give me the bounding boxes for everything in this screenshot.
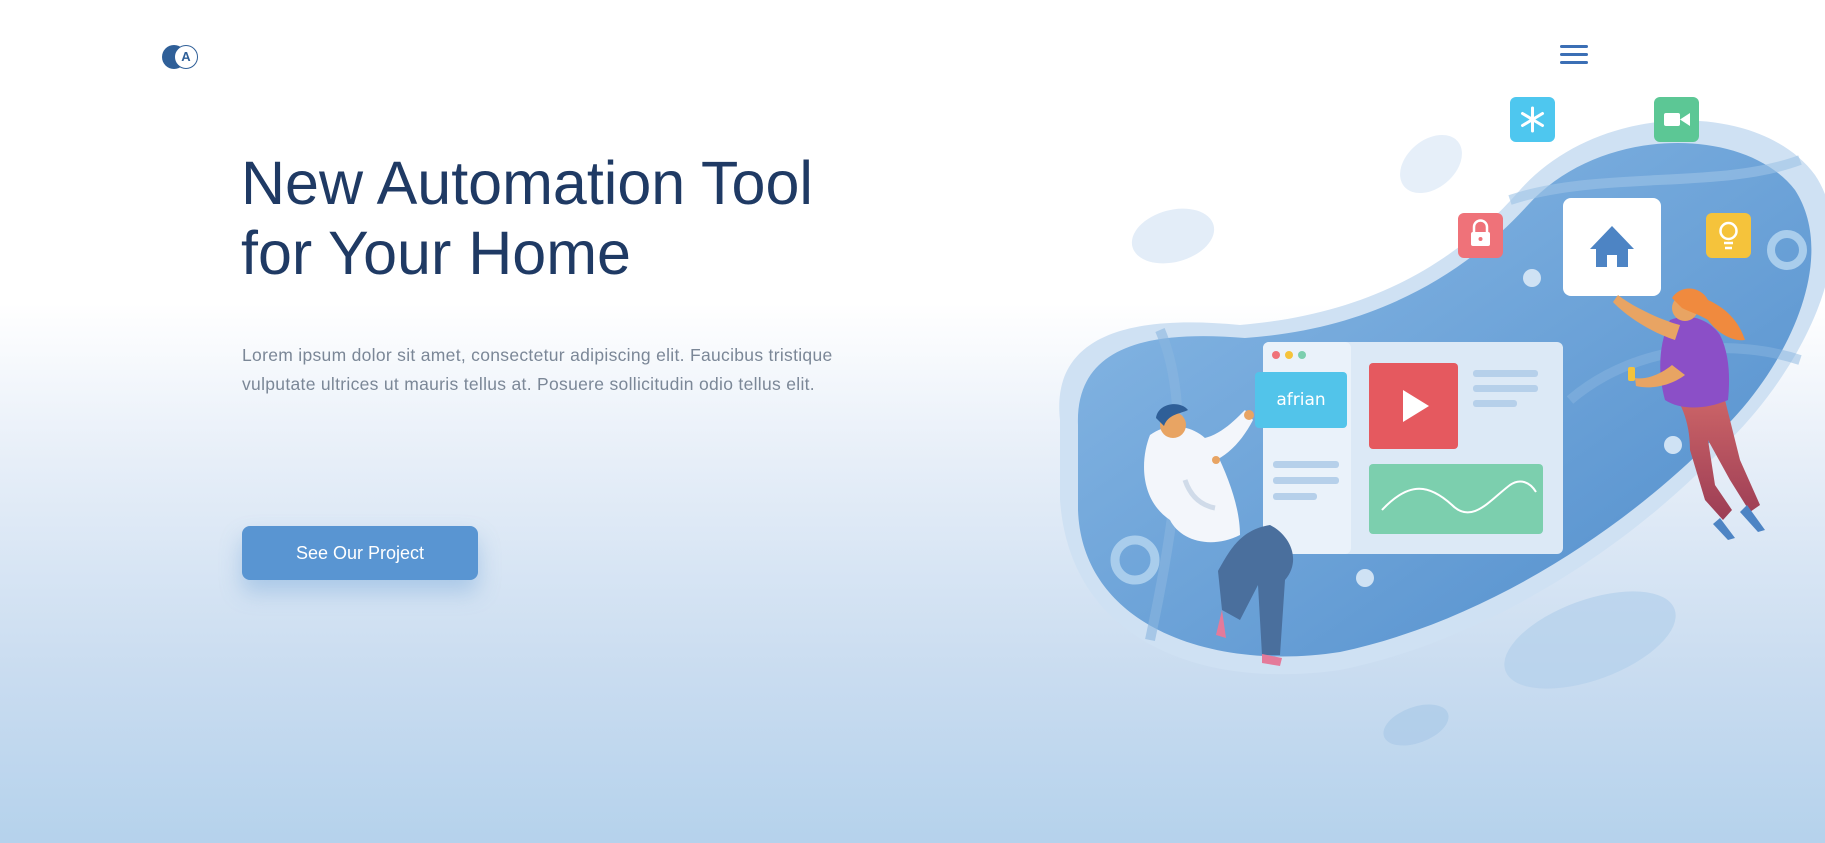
dot-decoration [1356, 569, 1374, 587]
lock-icon [1458, 213, 1503, 258]
window-dot-yellow [1285, 351, 1293, 359]
bg-blob [1131, 208, 1215, 264]
sidebar-line [1273, 493, 1317, 500]
content-line [1473, 370, 1538, 377]
window-dot-red [1272, 351, 1280, 359]
menu-line [1560, 61, 1588, 64]
dot-decoration [1664, 436, 1682, 454]
dot-decoration [1523, 269, 1541, 287]
afrian-app-badge: afrian [1255, 372, 1347, 428]
play-icon [1369, 363, 1458, 449]
hero-description: Lorem ipsum dolor sit amet, consectetur … [242, 345, 833, 394]
snowflake-icon [1510, 97, 1555, 142]
window-dot-green [1298, 351, 1306, 359]
sidebar-line [1273, 477, 1339, 484]
wave-chart-tile [1369, 464, 1543, 534]
hamburger-menu-icon[interactable] [1558, 45, 1590, 69]
hero-title-line-1: New Automation Tool [241, 149, 813, 217]
bg-blob [1383, 704, 1449, 746]
video-camera-icon [1654, 97, 1699, 142]
see-our-project-button[interactable]: See Our Project [242, 526, 478, 580]
content-line [1473, 400, 1517, 407]
hero-title: New Automation Tool for Your Home [241, 148, 813, 288]
sidebar-line [1273, 461, 1339, 468]
hero-title-line-2: for Your Home [241, 219, 631, 287]
lightbulb-icon [1706, 213, 1751, 258]
home-icon [1563, 198, 1661, 296]
hero-illustration: afrian [1059, 97, 1825, 746]
brand-logo[interactable]: A [162, 44, 202, 70]
bg-blob [1400, 134, 1462, 194]
menu-line [1560, 53, 1588, 56]
afrian-label: afrian [1276, 390, 1325, 410]
content-line [1473, 385, 1538, 392]
logo-letter: A [174, 45, 198, 69]
menu-line [1560, 45, 1588, 48]
